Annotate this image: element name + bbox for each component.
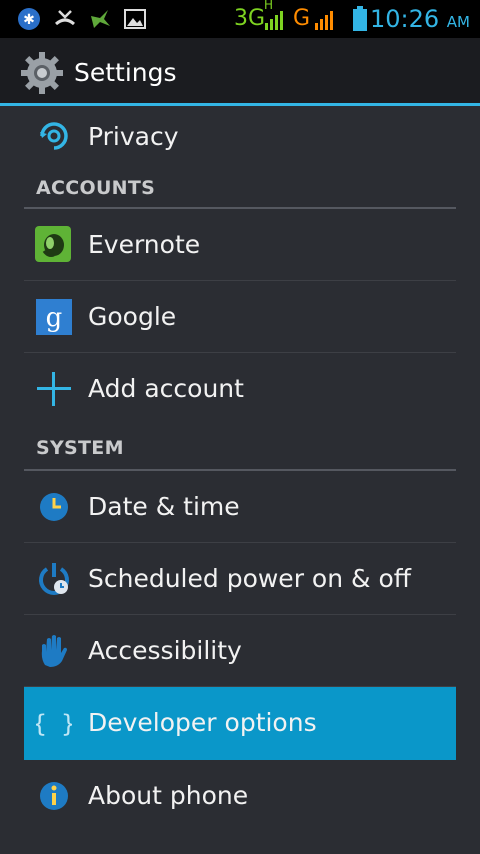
settings-item-add-account[interactable]: Add account xyxy=(24,353,456,425)
settings-item-accessibility[interactable]: Accessibility xyxy=(24,615,456,687)
section-header-label: ACCOUNTS xyxy=(36,177,156,199)
settings-item-label: About phone xyxy=(88,781,249,810)
settings-gear-icon[interactable] xyxy=(20,51,64,95)
settings-item-label: Add account xyxy=(88,374,244,403)
page-title: Settings xyxy=(74,58,177,87)
settings-item-developer-options[interactable]: { } Developer options xyxy=(24,687,456,760)
settings-item-label: Scheduled power on & off xyxy=(88,564,411,593)
image-icon xyxy=(124,9,146,29)
plus-icon xyxy=(37,372,71,406)
settings-item-label: Google xyxy=(88,302,177,331)
braces-icon: { } xyxy=(36,710,72,738)
clock-icon xyxy=(40,493,68,521)
clock-ampm: AM xyxy=(446,13,470,31)
settings-list: Privacy ACCOUNTS Evernote g Google Add a… xyxy=(24,106,456,832)
signal-icon xyxy=(265,11,283,30)
section-header-accounts: ACCOUNTS xyxy=(24,168,456,209)
svg-text:g: g xyxy=(46,303,63,333)
missed-call-icon xyxy=(55,10,75,26)
settings-item-scheduled-power[interactable]: Scheduled power on & off xyxy=(24,543,456,615)
privacy-icon xyxy=(40,122,68,150)
hand-icon xyxy=(41,635,67,667)
svg-text:{ }: { } xyxy=(36,710,72,738)
bluetooth-icon: ✱ xyxy=(18,8,40,30)
battery-icon xyxy=(353,6,367,31)
settings-item-label: Date & time xyxy=(88,492,240,521)
google-icon: g xyxy=(36,299,72,335)
network-3g-label: 3G xyxy=(234,6,266,31)
clock-time: 10:26 xyxy=(369,5,440,33)
settings-item-evernote[interactable]: Evernote xyxy=(24,209,456,281)
status-bar: ✱ 3G H G 10:26 AM xyxy=(0,0,480,38)
settings-item-about-phone[interactable]: About phone xyxy=(24,760,456,832)
evernote-icon xyxy=(35,226,71,262)
power-clock-icon xyxy=(39,563,69,595)
settings-item-label: Evernote xyxy=(88,230,201,259)
hummingbird-icon xyxy=(91,10,110,28)
info-icon xyxy=(40,782,68,810)
section-header-system: SYSTEM xyxy=(24,423,456,471)
settings-item-label: Developer options xyxy=(88,708,317,737)
svg-text:✱: ✱ xyxy=(23,12,35,28)
action-bar: Settings xyxy=(0,38,480,106)
settings-item-label: Privacy xyxy=(88,122,179,151)
settings-item-google[interactable]: g Google xyxy=(24,281,456,353)
settings-item-label: Accessibility xyxy=(88,636,242,665)
signal-icon-2 xyxy=(315,11,333,30)
section-header-label: SYSTEM xyxy=(36,437,124,459)
network-g-label: G xyxy=(293,6,311,31)
settings-item-date-time[interactable]: Date & time xyxy=(24,471,456,543)
clock: 10:26 AM xyxy=(370,0,470,41)
